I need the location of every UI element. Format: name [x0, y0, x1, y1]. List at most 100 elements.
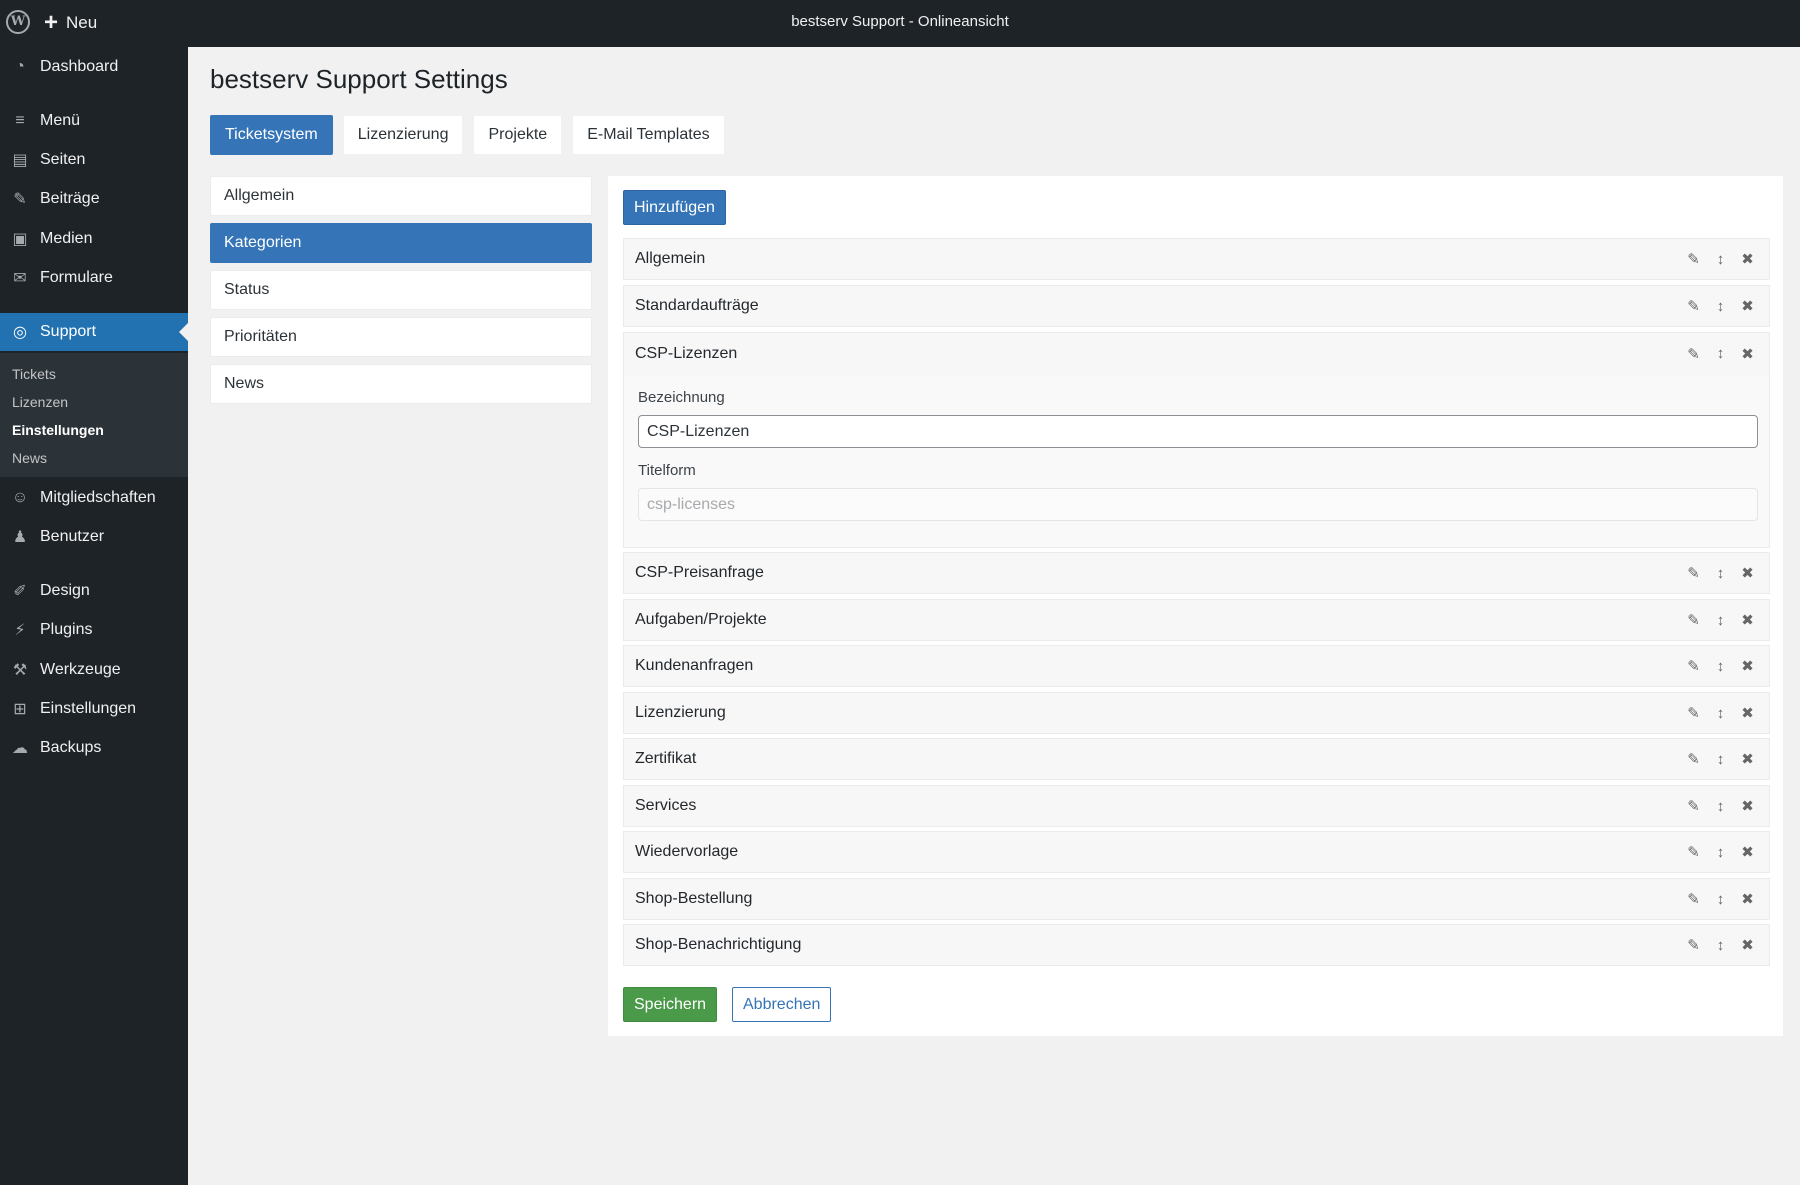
category-row[interactable]: Shop-Benachrichtigung ✎ ↕ ✖: [623, 924, 1770, 966]
category-label: Kundenanfragen: [635, 657, 754, 674]
category-label: Shop-Bestellung: [635, 890, 753, 907]
category-label: Aufgaben/Projekte: [635, 611, 767, 628]
sidebar-item-forms[interactable]: ✉ Formulare: [0, 259, 188, 297]
category-row[interactable]: Zertifikat ✎ ↕ ✖: [623, 738, 1770, 780]
close-icon[interactable]: ✖: [1734, 704, 1761, 722]
category-row-header[interactable]: CSP-Lizenzen ✎ ↕ ✖: [624, 333, 1769, 375]
category-label: Zertifikat: [635, 750, 697, 767]
sidebar-item-support[interactable]: ◎ Support: [0, 313, 188, 351]
drag-handle-icon[interactable]: ↕: [1707, 298, 1734, 315]
pencil-icon[interactable]: ✎: [1680, 657, 1707, 675]
category-label: Wiedervorlage: [635, 843, 739, 860]
category-label: Shop-Benachrichtigung: [635, 936, 802, 953]
sidebar-item-memberships[interactable]: ☺ Mitgliedschaften: [0, 479, 188, 517]
drag-handle-icon[interactable]: ↕: [1707, 798, 1734, 815]
category-row[interactable]: Services ✎ ↕ ✖: [623, 785, 1770, 827]
close-icon[interactable]: ✖: [1734, 750, 1761, 768]
category-label: Allgemein: [635, 250, 706, 267]
submenu-item-news[interactable]: News: [12, 450, 47, 466]
sidebar-item-tools[interactable]: ⚒ Werkzeuge: [0, 651, 188, 689]
tab-lizenzierung[interactable]: Lizenzierung: [342, 115, 464, 155]
support-submenu: Tickets Lizenzen Einstellungen News: [0, 353, 188, 477]
drag-handle-icon[interactable]: ↕: [1707, 705, 1734, 722]
drag-handle-icon[interactable]: ↕: [1707, 844, 1734, 861]
drag-handle-icon[interactable]: ↕: [1707, 751, 1734, 768]
close-icon[interactable]: ✖: [1734, 564, 1761, 582]
pencil-icon[interactable]: ✎: [1680, 797, 1707, 815]
section-nav-allgemein[interactable]: Allgemein: [210, 176, 592, 216]
section-nav-kategorien[interactable]: Kategorien: [210, 223, 592, 263]
categories-panel: Hinzufügen Allgemein ✎ ↕ ✖ Standardaufträg…: [608, 176, 1783, 1036]
category-label: CSP-Lizenzen: [635, 345, 738, 362]
section-nav-prioritaeten[interactable]: Prioritäten: [210, 317, 592, 357]
pencil-icon[interactable]: ✎: [1680, 297, 1707, 315]
drag-handle-icon[interactable]: ↕: [1707, 345, 1734, 363]
submenu-item-einstellungen[interactable]: Einstellungen: [12, 422, 104, 438]
tab-ticketsystem[interactable]: Ticketsystem: [210, 115, 333, 155]
pencil-icon[interactable]: ✎: [1680, 564, 1707, 582]
drag-handle-icon[interactable]: ↕: [1707, 251, 1734, 268]
section-nav-status[interactable]: Status: [210, 270, 592, 310]
sidebar-item-label: Medien: [40, 230, 93, 247]
titelform-label: Titelform: [638, 462, 696, 479]
sidebar-item-design[interactable]: ✐ Design: [0, 572, 188, 610]
category-row[interactable]: Aufgaben/Projekte ✎ ↕ ✖: [623, 599, 1770, 641]
dashboard-icon: ◔: [15, 58, 25, 75]
close-icon[interactable]: ✖: [1734, 797, 1761, 815]
drag-handle-icon[interactable]: ↕: [1707, 565, 1734, 582]
submenu-item-tickets[interactable]: Tickets: [12, 366, 56, 382]
admin-sidebar: ◔ Dashboard ≡ Menü ▤ Seiten ✎ Beiträge ▣ Medi…: [0, 47, 188, 1185]
section-nav-news[interactable]: News: [210, 364, 592, 404]
sidebar-item-pages[interactable]: ▤ Seiten: [0, 141, 188, 179]
add-category-button[interactable]: Hinzufügen: [623, 190, 726, 225]
sidebar-item-label: Seiten: [40, 151, 86, 168]
sidebar-item-menu[interactable]: ≡ Menü: [0, 102, 188, 140]
sidebar-item-media[interactable]: ▣ Medien: [0, 220, 188, 258]
close-icon[interactable]: ✖: [1734, 345, 1761, 363]
submenu-item-lizenzen[interactable]: Lizenzen: [12, 394, 68, 410]
plugin-icon: ⚡: [14, 622, 26, 639]
sidebar-item-users[interactable]: ♟ Benutzer: [0, 518, 188, 556]
site-title[interactable]: bestserv Support - Onlineansicht: [0, 13, 1800, 30]
sidebar-item-settings[interactable]: ⊞ Einstellungen: [0, 690, 188, 728]
pencil-icon[interactable]: ✎: [1680, 890, 1707, 908]
category-row[interactable]: Lizenzierung ✎ ↕ ✖: [623, 692, 1770, 734]
sidebar-item-label: Benutzer: [40, 528, 105, 545]
bezeichnung-input[interactable]: [638, 415, 1758, 448]
category-row[interactable]: Wiedervorlage ✎ ↕ ✖: [623, 831, 1770, 873]
save-button[interactable]: Speichern: [623, 987, 718, 1022]
sidebar-item-label: Beiträge: [40, 190, 100, 207]
category-row[interactable]: Shop-Bestellung ✎ ↕ ✖: [623, 878, 1770, 920]
sidebar-item-backups[interactable]: ☁ Backups: [0, 729, 188, 767]
pencil-icon[interactable]: ✎: [1680, 611, 1707, 629]
close-icon[interactable]: ✖: [1734, 890, 1761, 908]
close-icon[interactable]: ✖: [1734, 611, 1761, 629]
sidebar-item-label: Einstellungen: [40, 700, 137, 717]
pencil-icon[interactable]: ✎: [1680, 250, 1707, 268]
close-icon[interactable]: ✖: [1734, 250, 1761, 268]
category-row[interactable]: Allgemein ✎ ↕ ✖: [623, 238, 1770, 280]
drag-handle-icon[interactable]: ↕: [1707, 891, 1734, 908]
sidebar-item-posts[interactable]: ✎ Beiträge: [0, 180, 188, 218]
drag-handle-icon[interactable]: ↕: [1707, 937, 1734, 954]
pencil-icon[interactable]: ✎: [1680, 843, 1707, 861]
pencil-icon[interactable]: ✎: [1680, 704, 1707, 722]
tab-projekte[interactable]: Projekte: [473, 115, 563, 155]
category-row[interactable]: CSP-Preisanfrage ✎ ↕ ✖: [623, 552, 1770, 594]
close-icon[interactable]: ✖: [1734, 843, 1761, 861]
drag-handle-icon[interactable]: ↕: [1707, 658, 1734, 675]
category-row[interactable]: Kundenanfragen ✎ ↕ ✖: [623, 645, 1770, 687]
sidebar-item-dashboard[interactable]: ◔ Dashboard: [0, 48, 188, 86]
cancel-button[interactable]: Abbrechen: [732, 987, 832, 1022]
close-icon[interactable]: ✖: [1734, 657, 1761, 675]
drag-handle-icon[interactable]: ↕: [1707, 612, 1734, 629]
close-icon[interactable]: ✖: [1734, 297, 1761, 315]
category-row[interactable]: Standardaufträge ✎ ↕ ✖: [623, 285, 1770, 327]
tab-email-templates[interactable]: E-Mail Templates: [572, 115, 725, 155]
close-icon[interactable]: ✖: [1734, 936, 1761, 954]
pencil-icon[interactable]: ✎: [1680, 345, 1707, 363]
pencil-icon[interactable]: ✎: [1680, 936, 1707, 954]
pencil-icon[interactable]: ✎: [1680, 750, 1707, 768]
titelform-input[interactable]: [638, 488, 1758, 521]
sidebar-item-plugins[interactable]: ⚡ Plugins: [0, 611, 188, 649]
